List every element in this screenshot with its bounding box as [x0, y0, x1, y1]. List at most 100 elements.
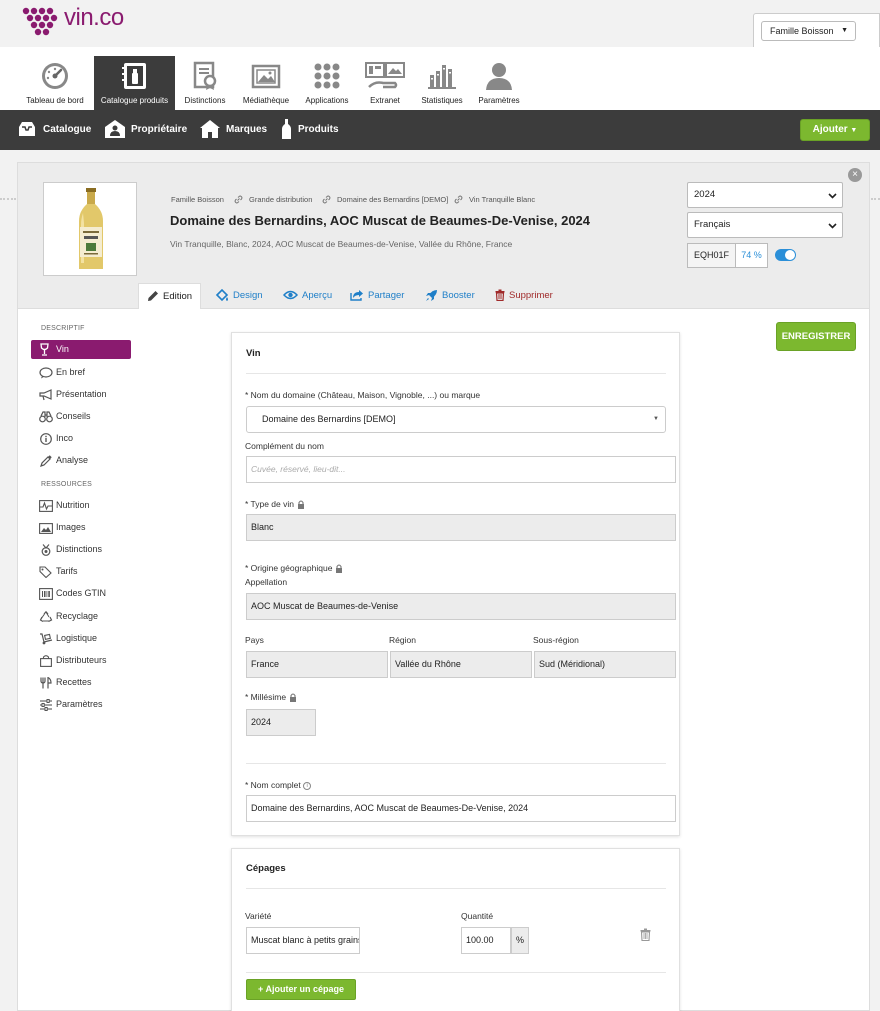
- sidebar-item-label: Nutrition: [56, 500, 90, 510]
- completion-percent[interactable]: 74 %: [736, 243, 768, 268]
- chevron-down-icon: [828, 193, 837, 199]
- subnav-marques[interactable]: Marques: [200, 110, 267, 150]
- tab-edition[interactable]: Edition: [138, 283, 202, 309]
- subnav-proprietaire[interactable]: Propriétaire: [105, 110, 187, 150]
- tab-design[interactable]: Design: [215, 283, 263, 309]
- language-select[interactable]: Français: [687, 212, 843, 238]
- region-field: Vallée du Rhône: [390, 651, 532, 678]
- info-icon[interactable]: i: [303, 781, 312, 790]
- save-button[interactable]: ENREGISTRER: [776, 322, 856, 351]
- subnav-catalogue[interactable]: Catalogue: [17, 110, 91, 150]
- lock-icon: [298, 500, 304, 510]
- tab-booster[interactable]: Booster: [425, 283, 475, 309]
- percent-unit: %: [511, 927, 529, 954]
- nav-extranet[interactable]: Extranet: [358, 56, 412, 110]
- megaphone-icon: [39, 388, 52, 400]
- link-icon: [454, 195, 463, 204]
- top-bar: [0, 0, 880, 47]
- close-icon[interactable]: ×: [848, 168, 862, 182]
- publish-toggle[interactable]: [775, 249, 796, 261]
- nav-applications[interactable]: Applications: [300, 56, 354, 110]
- sidebar-item-label: Distributeurs: [56, 655, 107, 665]
- subnav-produits[interactable]: Produits: [281, 110, 339, 150]
- breadcrumb-item[interactable]: Grande distribution: [249, 195, 312, 204]
- pays-label: Pays: [245, 635, 264, 645]
- section-heading-descriptif: DESCRIPTIF: [41, 325, 85, 332]
- sidebar-item-logistique[interactable]: Logistique: [39, 629, 97, 647]
- nav-label: Applications: [305, 96, 349, 105]
- speech-icon: [39, 367, 53, 379]
- sidebar-item-analyse[interactable]: Analyse: [39, 451, 88, 469]
- nav-label: Distinctions: [184, 96, 226, 105]
- sidebar-item-codes-gtin[interactable]: Codes GTIN: [39, 584, 106, 602]
- sidebar-item-distributeurs[interactable]: Distributeurs: [39, 651, 107, 669]
- nav-label: Catalogue produits: [100, 96, 169, 105]
- sidebar-item-images[interactable]: Images: [39, 518, 86, 536]
- sousregion-field: Sud (Méridional): [534, 651, 676, 678]
- complement-input[interactable]: Cuvée, réservé, lieu-dit...: [246, 456, 676, 483]
- breadcrumb-item[interactable]: Vin Tranquille Blanc: [469, 195, 535, 204]
- sidebar-item-label: Présentation: [56, 389, 107, 399]
- chevron-down-icon: [828, 223, 837, 229]
- brand-name[interactable]: vin.co: [64, 4, 124, 32]
- millesime-label-text: * Millésime: [245, 692, 287, 702]
- sidebar-item-distinctions[interactable]: Distinctions: [39, 540, 102, 558]
- nav-mediatheque[interactable]: Médiathèque: [236, 56, 296, 110]
- nav-distinctions[interactable]: Distinctions: [176, 56, 234, 110]
- fullname-input[interactable]: Domaine des Bernardins, AOC Muscat de Be…: [246, 795, 676, 822]
- quantite-input[interactable]: 100.00: [461, 927, 511, 954]
- tab-partager[interactable]: Partager: [350, 283, 404, 309]
- nav-parametres[interactable]: Paramètres: [473, 56, 525, 110]
- product-image[interactable]: [43, 182, 137, 276]
- divider: [0, 198, 16, 200]
- sidebar-item-presentation[interactable]: Présentation: [39, 385, 107, 403]
- vintage-select[interactable]: 2024: [687, 182, 843, 208]
- sidebar-item-tarifs[interactable]: Tarifs: [39, 562, 78, 580]
- sidebar-item-en-bref[interactable]: En bref: [39, 363, 85, 381]
- nav-tableau-de-bord[interactable]: Tableau de bord: [17, 56, 93, 110]
- logo-grapes-icon[interactable]: [21, 5, 59, 38]
- sidebar-item-conseils[interactable]: Conseils: [39, 407, 91, 425]
- sidebar-item-nutrition[interactable]: Nutrition: [39, 496, 90, 514]
- sidebar-item-label: Recettes: [56, 677, 92, 687]
- pulse-icon: [39, 499, 53, 512]
- millesime-field: 2024: [246, 709, 316, 736]
- extranet-icon: [365, 62, 405, 89]
- appellation-field: AOC Muscat de Beaumes-de-Venise: [246, 593, 676, 620]
- appellation-label: Appellation: [245, 577, 288, 587]
- account-dropdown[interactable]: Famille Boisson ▼: [761, 21, 856, 41]
- sidebar-item-parametres[interactable]: Paramètres: [39, 695, 103, 713]
- quantite-label: Quantité: [461, 911, 494, 921]
- card-title: Cépages: [246, 863, 286, 874]
- sidebar-item-vin[interactable]: Vin: [31, 340, 131, 359]
- medal-icon: [41, 543, 51, 556]
- variete-input[interactable]: Muscat blanc à petits grains: [246, 927, 360, 954]
- nav-catalogue-produits[interactable]: Catalogue produits: [94, 56, 175, 110]
- sidebar-item-recettes[interactable]: Recettes: [39, 673, 92, 691]
- add-cepage-button[interactable]: + Ajouter un cépage: [246, 979, 356, 1000]
- domain-select[interactable]: Domaine des Bernardins [DEMO] ▼: [246, 406, 666, 433]
- breadcrumb-item[interactable]: Domaine des Bernardins [DEMO]: [337, 195, 448, 204]
- sidebar-item-label: Inco: [56, 433, 74, 443]
- domain-label: * Nom du domaine (Château, Maison, Vigno…: [245, 390, 481, 400]
- sousregion-label: Sous-région: [533, 635, 579, 645]
- vintage-value: 2024: [694, 189, 716, 200]
- pencil-icon: [148, 291, 158, 302]
- origin-label-text: * Origine géographique: [245, 563, 333, 573]
- divider: [246, 888, 666, 889]
- tab-apercu[interactable]: Aperçu: [282, 283, 332, 309]
- trash-icon: [495, 289, 505, 302]
- complement-label: Complément du nom: [245, 441, 324, 451]
- sidebar-item-recyclage[interactable]: Recyclage: [39, 607, 98, 625]
- sidebar-item-inco[interactable]: Inco: [39, 429, 73, 447]
- add-button[interactable]: Ajouter ▼: [800, 119, 870, 141]
- nav-statistiques[interactable]: Statistiques: [414, 56, 470, 110]
- caret-down-icon: ▼: [653, 416, 659, 422]
- breadcrumb-item[interactable]: Famille Boisson: [171, 195, 224, 204]
- sidebar-item-label: Distinctions: [56, 544, 103, 554]
- trash-icon[interactable]: [640, 928, 651, 941]
- divider: [246, 763, 666, 764]
- tab-supprimer[interactable]: Supprimer: [495, 283, 553, 309]
- tab-label: Edition: [163, 291, 193, 302]
- distinctions-icon: [193, 61, 217, 90]
